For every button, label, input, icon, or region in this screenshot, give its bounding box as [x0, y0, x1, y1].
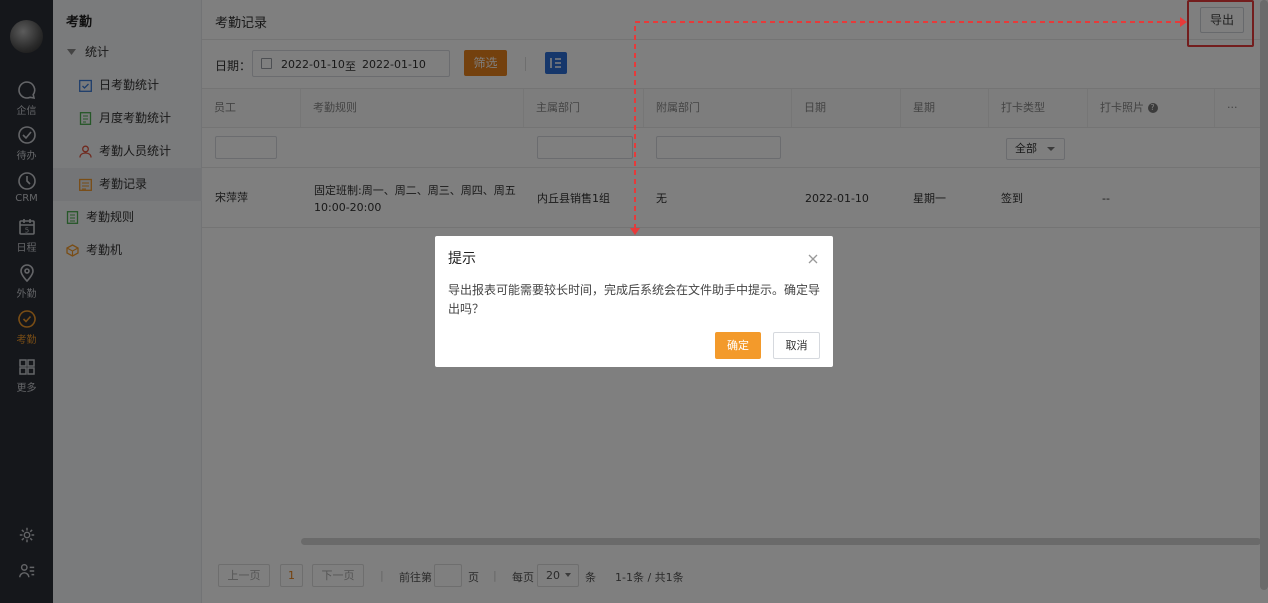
dialog-title: 提示: [448, 251, 476, 267]
cancel-button[interactable]: 取消: [773, 332, 820, 359]
app-window: 企信 待办 CRM 5 日程 外勤 考勤 更多: [0, 0, 1268, 603]
dialog-message: 导出报表可能需要较长时间，完成后系统会在文件助手中提示。确定导出吗？: [448, 283, 821, 316]
confirm-button[interactable]: 确定: [715, 332, 761, 359]
close-icon[interactable]: [807, 253, 819, 265]
confirm-dialog: 提示 导出报表可能需要较长时间，完成后系统会在文件助手中提示。确定导出吗？ 确定…: [435, 236, 833, 367]
